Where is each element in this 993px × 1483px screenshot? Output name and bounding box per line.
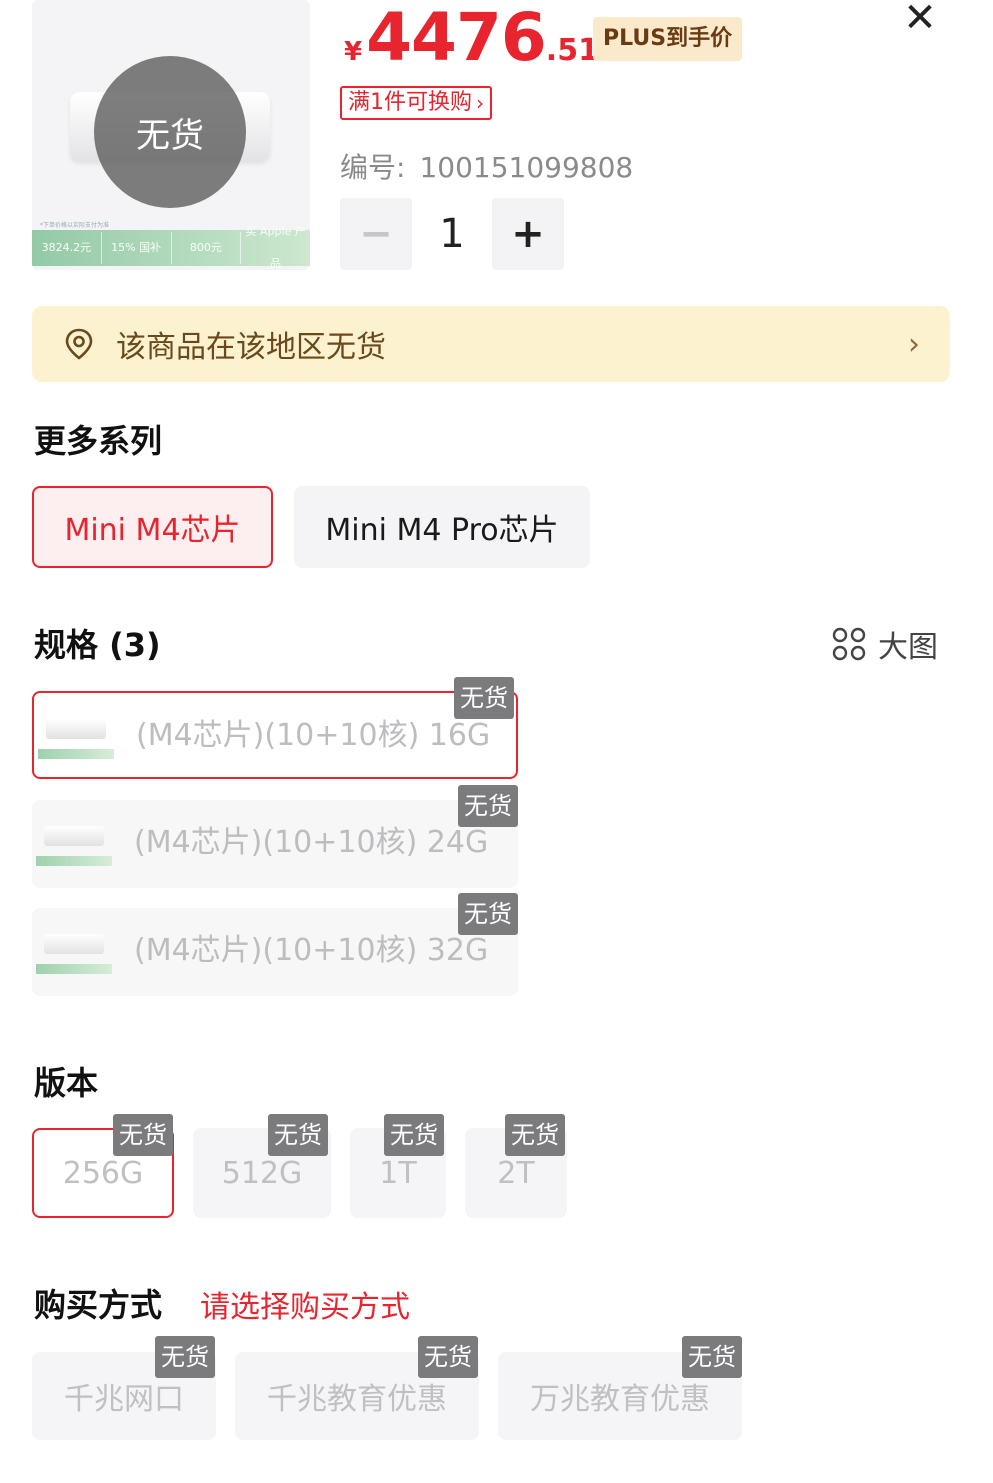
decrease-quantity-button[interactable]: −: [340, 198, 412, 270]
exchange-offer-tag[interactable]: 满1件可换购 ›: [340, 86, 492, 120]
big-image-label: 大图: [878, 630, 938, 665]
out-of-stock-tag: 无货: [682, 1336, 742, 1378]
stock-notice-bar[interactable]: 该商品在该地区无货 ›: [32, 306, 950, 382]
spec-thumbnail: [36, 928, 112, 976]
promo-strip-item: 15% 国补: [102, 232, 172, 264]
sku-number: 编号: 100151099808: [340, 146, 633, 186]
promo-strip: 3824.2元 15% 国补 800元 买 Apple 产品: [32, 225, 310, 270]
grid-view-icon: [832, 627, 866, 661]
promo-strip-item: 买 Apple 产品: [245, 225, 306, 270]
spec-label: (M4芯片)(10+10核) 24G: [134, 825, 489, 860]
price-currency: ¥: [344, 37, 363, 67]
series-option-mini-m4-pro[interactable]: Mini M4 Pro芯片: [294, 486, 590, 568]
series-option-mini-m4[interactable]: Mini M4芯片: [32, 486, 273, 568]
quantity-stepper: − 1 +: [340, 198, 564, 270]
increase-quantity-button[interactable]: +: [492, 198, 564, 270]
chevron-right-icon: ›: [908, 326, 920, 362]
out-of-stock-tag: 无货: [268, 1114, 328, 1156]
exchange-offer-label: 满1件可换购: [348, 90, 472, 115]
quantity-value[interactable]: 1: [412, 211, 492, 257]
purchase-method-title: 购买方式: [34, 1286, 163, 1324]
promo-strip-item: 800元: [172, 232, 242, 264]
purchase-method-hint: 请选择购买方式: [200, 1290, 410, 1325]
spec-option-32g[interactable]: (M4芯片)(10+10核) 32G: [32, 908, 518, 996]
product-thumbnail[interactable]: 无货 *下单价格以实际支付为准 3824.2元 15% 国补 800元 买 Ap…: [32, 0, 310, 270]
big-image-toggle[interactable]: 大图: [832, 622, 938, 666]
chevron-right-icon: ›: [476, 91, 484, 115]
price-decimal: .51: [545, 33, 599, 68]
price: ¥ 4476 .51: [344, 0, 599, 76]
location-pin-icon: [65, 328, 93, 360]
stock-notice-text: 该商品在该地区无货: [116, 330, 386, 365]
out-of-stock-tag: 无货: [113, 1114, 173, 1156]
specs-title: 规格 (3): [34, 626, 161, 664]
spec-label: (M4芯片)(10+10核) 32G: [134, 933, 489, 968]
out-of-stock-tag: 无货: [458, 785, 518, 827]
promo-strip-item: 3824.2元: [32, 232, 102, 264]
promo-note: *下单价格以实际支付为准: [40, 222, 110, 229]
out-of-stock-tag: 无货: [155, 1336, 215, 1378]
series-title: 更多系列: [34, 422, 163, 460]
out-of-stock-tag: 无货: [505, 1114, 565, 1156]
out-of-stock-overlay: 无货: [94, 56, 246, 208]
version-title: 版本: [34, 1064, 99, 1102]
close-button[interactable]: ✕: [898, 0, 942, 40]
sku-label: 编号:: [340, 151, 406, 184]
out-of-stock-tag: 无货: [418, 1336, 478, 1378]
spec-option-24g[interactable]: (M4芯片)(10+10核) 24G: [32, 800, 518, 888]
out-of-stock-tag: 无货: [458, 893, 518, 935]
spec-option-16g[interactable]: (M4芯片)(10+10核) 16G: [32, 691, 518, 779]
plus-price-badge: PLUS到手价: [593, 17, 743, 61]
spec-thumbnail: [38, 713, 114, 761]
spec-thumbnail: [36, 820, 112, 868]
price-integer: 4476: [366, 0, 547, 76]
spec-label: (M4芯片)(10+10核) 16G: [136, 718, 491, 753]
sku-value: 100151099808: [419, 151, 634, 184]
out-of-stock-tag: 无货: [454, 677, 514, 719]
out-of-stock-tag: 无货: [384, 1114, 444, 1156]
